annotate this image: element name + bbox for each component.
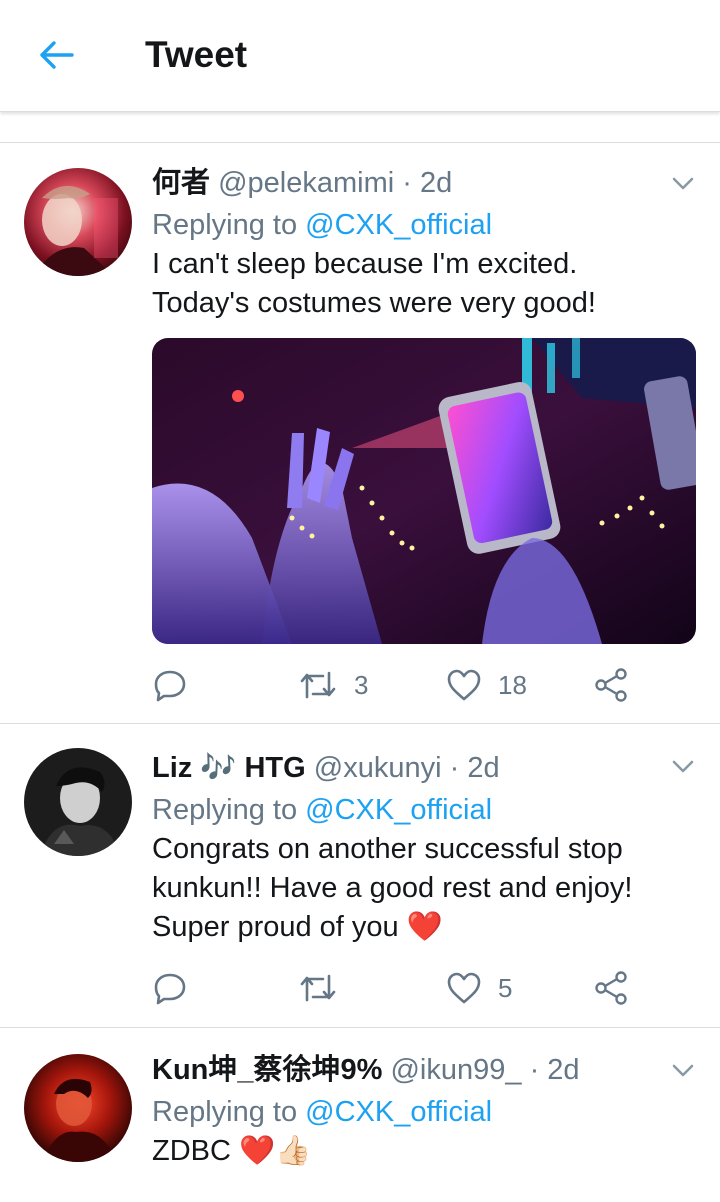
back-arrow-icon (40, 41, 74, 69)
like-icon (447, 972, 481, 1004)
share-button[interactable] (594, 665, 628, 705)
share-icon (595, 668, 627, 702)
tweet-meta: 何者 @pelekamimi · 2d (152, 165, 700, 201)
mention-link[interactable]: @CXK_official (305, 794, 492, 826)
tweet-item[interactable]: Liz 🎶 HTG @xukunyi · 2d Replying to @CXK… (0, 724, 720, 1027)
replying-to: Replying to @CXK_official (152, 794, 493, 826)
reply-icon (154, 670, 186, 702)
display-name[interactable]: Liz 🎶 HTG (152, 752, 306, 784)
retweet-button[interactable] (298, 968, 338, 1008)
avatar[interactable] (24, 748, 132, 856)
tweet-text: I can't sleep because I'm excited. Today… (152, 248, 596, 319)
mention-link[interactable]: @CXK_official (305, 1096, 492, 1128)
reply-button[interactable] (152, 968, 188, 1008)
tweet-item[interactable]: Kun坤_蔡徐坤9% @ikun99_ · 2d Replying to @CX… (0, 1028, 720, 1202)
handle[interactable]: @xukunyi (314, 752, 442, 784)
like-count: 5 (498, 972, 513, 1003)
like-icon (447, 669, 481, 701)
timestamp: · 2d (529, 1054, 580, 1086)
retweet-count: 3 (354, 669, 369, 700)
retweet-icon (300, 671, 336, 699)
tweet-text: ZDBC ❤️👍🏻 (152, 1135, 312, 1167)
share-button[interactable] (594, 968, 628, 1008)
tweet-actions: 3 18 (152, 665, 700, 705)
tweet-photo[interactable] (152, 338, 696, 644)
top-app-bar: Tweet (0, 0, 720, 112)
back-button[interactable] (30, 32, 82, 78)
like-count: 18 (498, 669, 527, 700)
tweet-meta: Kun坤_蔡徐坤9% @ikun99_ · 2d (152, 1052, 700, 1088)
timestamp: · 2d (402, 167, 453, 199)
display-name[interactable]: Kun坤_蔡徐坤9% (152, 1054, 382, 1086)
like-button[interactable]: 18 (446, 665, 527, 705)
tweet-actions: 5 (152, 968, 700, 1008)
retweet-button[interactable]: 3 (298, 665, 368, 705)
mention-link[interactable]: @CXK_official (305, 209, 492, 241)
timestamp: · 2d (449, 752, 500, 784)
page-title: Tweet (145, 34, 248, 75)
avatar[interactable] (24, 168, 132, 276)
reply-button[interactable] (152, 665, 188, 705)
reply-icon (154, 973, 186, 1005)
display-name[interactable]: 何者 (152, 167, 210, 199)
like-button[interactable]: 5 (446, 968, 512, 1008)
handle[interactable]: @ikun99_ (390, 1054, 521, 1086)
replying-to: Replying to @CXK_official (152, 209, 493, 241)
avatar[interactable] (24, 1054, 132, 1162)
handle[interactable]: @pelekamimi (218, 167, 394, 199)
retweet-icon (300, 974, 336, 1002)
tweet-item[interactable]: 何者 @pelekamimi · 2d Replying to @CXK_off… (0, 143, 720, 723)
tweet-text: Congrats on another successful stop kunk… (152, 833, 633, 943)
replying-to: Replying to @CXK_official (152, 1096, 493, 1128)
share-icon (595, 971, 627, 1005)
tweet-meta: Liz 🎶 HTG @xukunyi · 2d (152, 750, 700, 786)
